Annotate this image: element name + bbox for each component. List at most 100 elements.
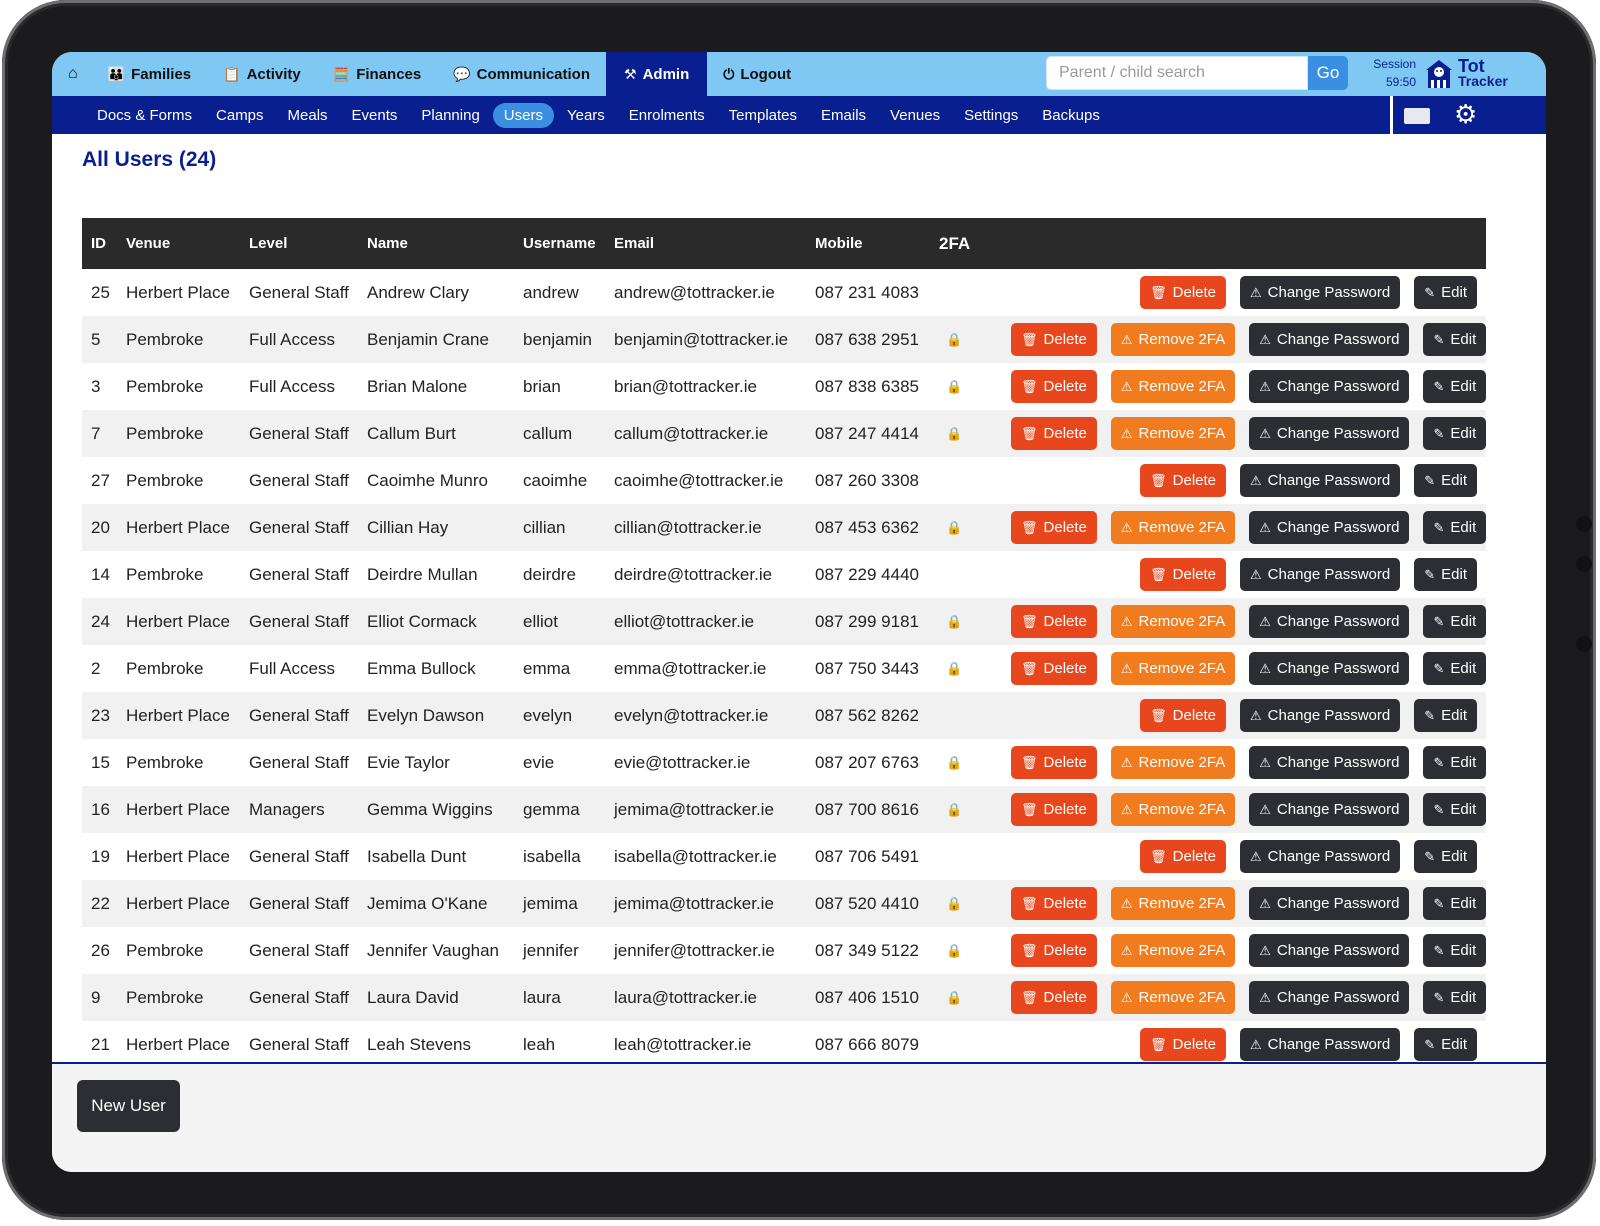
change-password-button[interactable]: ⚠ Change Password: [1249, 605, 1410, 638]
delete-button[interactable]: 🗑 Delete: [1011, 370, 1097, 403]
edit-button[interactable]: ✎ Edit: [1414, 1028, 1477, 1061]
remove-2fa-button[interactable]: ⚠ Remove 2FA: [1110, 746, 1236, 779]
delete-button[interactable]: 🗑 Delete: [1140, 1028, 1226, 1061]
nav-admin[interactable]: ⚒ Admin: [606, 52, 708, 96]
edit-button[interactable]: ✎ Edit: [1423, 370, 1486, 403]
subnav-item-users[interactable]: Users: [492, 102, 554, 128]
subnav-item-venues[interactable]: Venues: [879, 103, 951, 128]
edit-button[interactable]: ✎ Edit: [1414, 840, 1477, 873]
new-user-button[interactable]: New User: [77, 1080, 180, 1132]
edit-button[interactable]: ✎ Edit: [1423, 981, 1486, 1014]
delete-button[interactable]: 🗑 Delete: [1011, 605, 1097, 638]
delete-button[interactable]: 🗑 Delete: [1011, 323, 1097, 356]
delete-button[interactable]: 🗑 Delete: [1140, 558, 1226, 591]
change-password-button[interactable]: ⚠ Change Password: [1249, 370, 1410, 403]
subnav-item-meals[interactable]: Meals: [277, 103, 339, 128]
remove-2fa-button[interactable]: ⚠ Remove 2FA: [1110, 370, 1236, 403]
remove-2fa-button[interactable]: ⚠ Remove 2FA: [1110, 323, 1236, 356]
remove-2fa-button[interactable]: ⚠ Remove 2FA: [1110, 511, 1236, 544]
delete-button[interactable]: 🗑 Delete: [1011, 652, 1097, 685]
subnav-item-backups[interactable]: Backups: [1031, 103, 1111, 128]
delete-button[interactable]: 🗑 Delete: [1140, 464, 1226, 497]
change-password-button[interactable]: ⚠ Change Password: [1249, 887, 1410, 920]
change-password-button[interactable]: ⚠ Change Password: [1249, 417, 1410, 450]
delete-button[interactable]: 🗑 Delete: [1011, 793, 1097, 826]
change-password-button[interactable]: ⚠ Change Password: [1249, 934, 1410, 967]
nav-finances[interactable]: 🧮 Finances: [317, 52, 437, 96]
subnav-item-settings[interactable]: Settings: [953, 103, 1029, 128]
change-password-button[interactable]: ⚠ Change Password: [1249, 793, 1410, 826]
subnav-item-enrolments[interactable]: Enrolments: [618, 103, 716, 128]
chat-icon: 💬: [453, 65, 471, 82]
change-password-button[interactable]: ⚠ Change Password: [1240, 276, 1401, 309]
app-logo[interactable]: Tot Tracker: [1424, 55, 1534, 93]
subnav-item-years[interactable]: Years: [556, 103, 616, 128]
subnav-item-events[interactable]: Events: [341, 103, 409, 128]
cell-id: 19: [91, 846, 110, 866]
subnav-item-planning[interactable]: Planning: [410, 103, 490, 128]
change-password-button[interactable]: ⚠ Change Password: [1249, 981, 1410, 1014]
change-password-button[interactable]: ⚠ Change Password: [1249, 746, 1410, 779]
remove-2fa-button[interactable]: ⚠ Remove 2FA: [1110, 417, 1236, 450]
change-password-button[interactable]: ⚠ Change Password: [1240, 1028, 1401, 1061]
edit-button[interactable]: ✎ Edit: [1423, 511, 1486, 544]
delete-button[interactable]: 🗑 Delete: [1140, 840, 1226, 873]
edit-button[interactable]: ✎ Edit: [1414, 558, 1477, 591]
change-password-button[interactable]: ⚠ Change Password: [1249, 652, 1410, 685]
edit-button[interactable]: ✎ Edit: [1414, 464, 1477, 497]
edit-button[interactable]: ✎ Edit: [1423, 323, 1486, 356]
remove-2fa-button[interactable]: ⚠ Remove 2FA: [1110, 887, 1236, 920]
subnav-item-camps[interactable]: Camps: [205, 103, 275, 128]
change-password-button[interactable]: ⚠ Change Password: [1240, 840, 1401, 873]
delete-button[interactable]: 🗑 Delete: [1140, 699, 1226, 732]
logo-house-icon: [1426, 60, 1452, 88]
delete-button[interactable]: 🗑 Delete: [1011, 981, 1097, 1014]
warning-icon: ⚠: [1259, 896, 1271, 911]
remove-2fa-button[interactable]: ⚠ Remove 2FA: [1110, 793, 1236, 826]
change-password-button[interactable]: ⚠ Change Password: [1240, 464, 1401, 497]
users-table-container[interactable]: ID Venue Level Name Username Email Mobil…: [82, 218, 1486, 1062]
remove-2fa-button[interactable]: ⚠ Remove 2FA: [1110, 934, 1236, 967]
warning-icon: ⚠: [1259, 661, 1271, 676]
camera-dot: [1576, 556, 1592, 572]
delete-button[interactable]: 🗑 Delete: [1011, 417, 1097, 450]
edit-button[interactable]: ✎ Edit: [1423, 652, 1486, 685]
edit-button[interactable]: ✎ Edit: [1423, 417, 1486, 450]
gear-icon[interactable]: ⚙: [1454, 99, 1477, 129]
edit-button[interactable]: ✎ Edit: [1423, 887, 1486, 920]
edit-button[interactable]: ✎ Edit: [1423, 746, 1486, 779]
change-password-button[interactable]: ⚠ Change Password: [1249, 323, 1410, 356]
change-password-button[interactable]: ⚠ Change Password: [1240, 558, 1401, 591]
delete-button[interactable]: 🗑 Delete: [1140, 276, 1226, 309]
home-link[interactable]: ⌂: [52, 52, 92, 96]
remove-2fa-button[interactable]: ⚠ Remove 2FA: [1110, 981, 1236, 1014]
edit-button[interactable]: ✎ Edit: [1423, 934, 1486, 967]
logo-text: Tot Tracker: [1458, 57, 1508, 89]
clipboard-icon: 📋: [223, 65, 241, 82]
remove-2fa-button[interactable]: ⚠ Remove 2FA: [1110, 605, 1236, 638]
delete-button[interactable]: 🗑 Delete: [1011, 934, 1097, 967]
subnav-item-emails[interactable]: Emails: [810, 103, 877, 128]
edit-button[interactable]: ✎ Edit: [1414, 276, 1477, 309]
delete-button[interactable]: 🗑 Delete: [1011, 887, 1097, 920]
search-input[interactable]: [1057, 63, 1301, 83]
change-password-button[interactable]: ⚠ Change Password: [1249, 511, 1410, 544]
edit-button[interactable]: ✎ Edit: [1423, 793, 1486, 826]
remove-2fa-button[interactable]: ⚠ Remove 2FA: [1110, 652, 1236, 685]
nav-communication[interactable]: 💬 Communication: [437, 52, 606, 96]
mail-icon[interactable]: [1404, 108, 1430, 124]
go-button[interactable]: Go: [1308, 56, 1348, 90]
edit-label: Edit: [1441, 707, 1467, 724]
subnav-item-docs-forms[interactable]: Docs & Forms: [86, 103, 203, 128]
nav-families[interactable]: 👪 Families: [92, 52, 207, 96]
nav-logout[interactable]: ⏻ Logout: [707, 52, 807, 96]
change-password-button[interactable]: ⚠ Change Password: [1240, 699, 1401, 732]
delete-button[interactable]: 🗑 Delete: [1011, 746, 1097, 779]
nav-activity[interactable]: 📋 Activity: [207, 52, 317, 96]
edit-button[interactable]: ✎ Edit: [1414, 699, 1477, 732]
subnav-item-templates[interactable]: Templates: [718, 103, 808, 128]
pencil-icon: ✎: [1433, 990, 1445, 1005]
edit-button[interactable]: ✎ Edit: [1423, 605, 1486, 638]
delete-button[interactable]: 🗑 Delete: [1011, 511, 1097, 544]
cell-actions: 🗑 Delete ⚠ Change Password ✎ Edit: [988, 551, 1486, 598]
